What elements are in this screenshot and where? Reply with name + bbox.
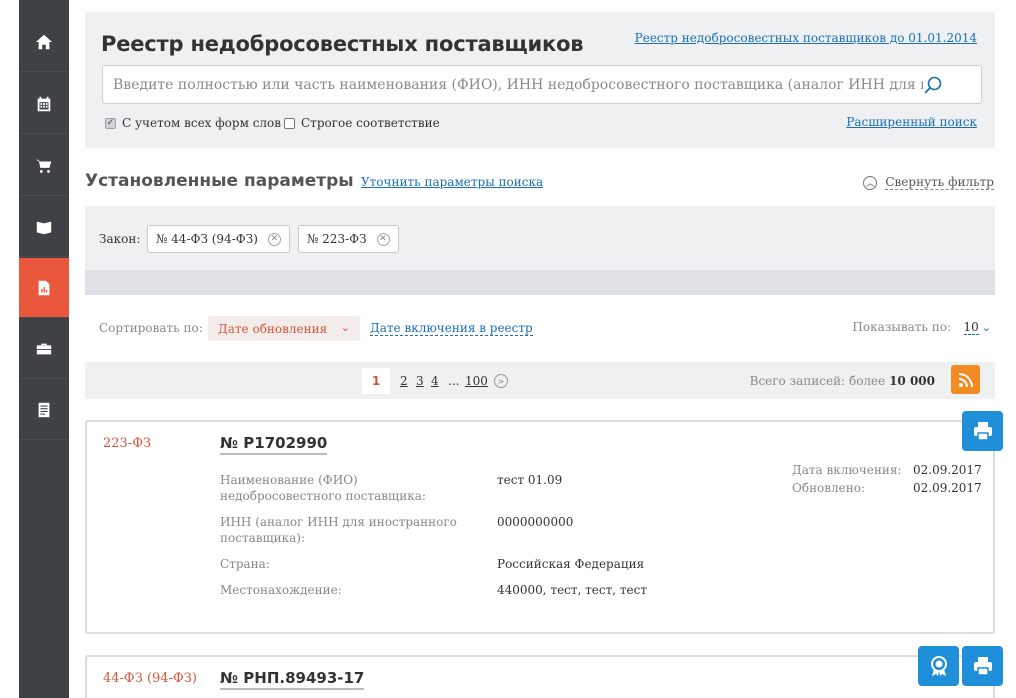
page-link[interactable]: 2 bbox=[400, 374, 408, 388]
advanced-search-link[interactable]: Расширенный поиск bbox=[846, 115, 977, 129]
law-chip-223[interactable]: № 223-ФЗ ✕ bbox=[298, 225, 399, 253]
rss-icon bbox=[958, 372, 973, 387]
report-icon bbox=[38, 280, 50, 295]
checkbox-empty-icon bbox=[284, 117, 295, 129]
sort-label: Сортировать по: bbox=[99, 321, 203, 335]
calendar-icon bbox=[37, 96, 51, 111]
page-link-last[interactable]: 100 bbox=[465, 374, 488, 388]
sidebar-item-home[interactable] bbox=[19, 12, 69, 72]
printer-icon bbox=[973, 422, 992, 441]
chevron-down-icon: ⌄ bbox=[981, 321, 991, 334]
sidebar-item-cart[interactable] bbox=[19, 136, 69, 196]
sort-selected-value: Дате обновления bbox=[218, 321, 328, 336]
law-chip-44[interactable]: № 44-ФЗ (94-ФЗ) ✕ bbox=[147, 225, 290, 253]
document-icon bbox=[38, 402, 50, 417]
filter-panel: Закон: № 44-ФЗ (94-ФЗ) ✕ № 223-ФЗ ✕ bbox=[85, 206, 995, 295]
old-registry-link[interactable]: Реестр недобросовестных поставщиков до 0… bbox=[635, 31, 977, 45]
page-ellipsis: ... bbox=[448, 374, 460, 388]
sidebar-item-documents[interactable] bbox=[19, 380, 69, 440]
page-link[interactable]: 4 bbox=[431, 374, 439, 388]
law-label: Закон: bbox=[99, 232, 141, 246]
field-value-inn: 0000000000 bbox=[497, 515, 574, 529]
chevron-up-icon: ︿ bbox=[863, 175, 878, 190]
badge-icon bbox=[930, 656, 947, 676]
field-label-location: Местонахождение: bbox=[220, 583, 342, 597]
strict-match-label: Строгое соответствие bbox=[301, 116, 440, 130]
field-label-name: Наименование (ФИО) недобросовестного пос… bbox=[220, 473, 426, 503]
rss-button[interactable] bbox=[951, 365, 980, 394]
refine-search-link[interactable]: Уточнить параметры поиска bbox=[361, 175, 543, 189]
search-box bbox=[102, 65, 982, 104]
book-icon bbox=[36, 221, 52, 234]
field-value-location: 440000, тест, тест, тест bbox=[497, 583, 647, 597]
filter-panel-footer bbox=[85, 270, 995, 295]
briefcase-icon bbox=[36, 343, 52, 354]
chevron-down-icon: ⌄ bbox=[340, 321, 350, 334]
included-date-label: Дата включения: bbox=[792, 463, 902, 477]
search-panel: Реестр недобросовестных поставщиков Реес… bbox=[85, 12, 995, 148]
collapse-filter-button[interactable]: ︿ Свернуть фильтр bbox=[863, 175, 994, 190]
pagination-bar: 1 2 3 4 ... 100 > Всего записей: более 1… bbox=[85, 362, 995, 399]
params-title: Установленные параметры bbox=[85, 171, 354, 191]
print-button[interactable] bbox=[962, 646, 1003, 686]
total-records: Всего записей: более 10 000 bbox=[750, 374, 935, 388]
collapse-filter-label: Свернуть фильтр bbox=[885, 175, 994, 190]
field-label-country: Страна: bbox=[220, 557, 270, 571]
cart-icon bbox=[35, 159, 52, 173]
printer-icon bbox=[973, 657, 992, 676]
search-input[interactable] bbox=[113, 66, 923, 103]
sidebar bbox=[19, 0, 69, 698]
field-value-country: Российская Федерация bbox=[497, 557, 645, 571]
sort-by-inclusion-date-link[interactable]: Дате включения в реестр bbox=[370, 321, 533, 336]
checkbox-checked-icon: ✓ bbox=[105, 117, 116, 129]
record-number-link[interactable]: № РНП.89493-17 bbox=[220, 669, 365, 690]
sidebar-item-calendar[interactable] bbox=[19, 74, 69, 134]
remove-icon[interactable]: ✕ bbox=[376, 232, 390, 246]
record-law: 44-ФЗ (94-ФЗ) bbox=[103, 671, 197, 686]
all-word-forms-label: С учетом всех форм слов bbox=[122, 116, 282, 130]
sidebar-item-reports[interactable] bbox=[19, 258, 69, 318]
field-label-inn: ИНН (аналог ИНН для иностранного поставщ… bbox=[220, 515, 457, 545]
remove-icon[interactable]: ✕ bbox=[267, 232, 281, 246]
strict-match-checkbox[interactable]: Строгое соответствие bbox=[284, 116, 440, 130]
page-size-value: 10 bbox=[963, 320, 979, 335]
search-icon[interactable] bbox=[923, 75, 943, 95]
record-card[interactable]: 44-ФЗ (94-ФЗ) № РНП.89493-17 bbox=[85, 655, 995, 698]
page-size-label: Показывать по: bbox=[852, 320, 951, 334]
print-button[interactable] bbox=[962, 411, 1003, 451]
included-date-value: 02.09.2017 bbox=[913, 463, 982, 477]
page-current: 1 bbox=[362, 368, 390, 394]
page-size-select[interactable]: 10 ⌄ bbox=[963, 320, 991, 335]
page-title: Реестр недобросовестных поставщиков bbox=[101, 32, 584, 56]
record-law: 223-ФЗ bbox=[103, 436, 152, 451]
sidebar-item-library[interactable] bbox=[19, 197, 69, 257]
record-number-link[interactable]: № Р1702990 bbox=[220, 434, 328, 455]
page-link[interactable]: 3 bbox=[416, 374, 424, 388]
all-word-forms-checkbox[interactable]: ✓ С учетом всех форм слов bbox=[105, 116, 281, 130]
home-icon bbox=[35, 34, 53, 49]
record-card[interactable]: 223-ФЗ № Р1702990 Наименование (ФИО) нед… bbox=[85, 420, 995, 634]
next-page-icon[interactable]: > bbox=[494, 374, 508, 388]
field-value-name: тест 01.09 bbox=[497, 473, 563, 487]
total-records-value: 10 000 bbox=[889, 374, 935, 388]
updated-date-value: 02.09.2017 bbox=[913, 481, 982, 495]
law-chip-label: № 223-ФЗ bbox=[307, 232, 367, 246]
total-records-label: Всего записей: более bbox=[749, 374, 890, 388]
sort-select[interactable]: Дате обновления ⌄ bbox=[208, 316, 360, 341]
updated-date-label: Обновлено: bbox=[792, 481, 866, 495]
certificate-button[interactable] bbox=[918, 646, 959, 686]
law-chip-label: № 44-ФЗ (94-ФЗ) bbox=[156, 232, 258, 246]
sidebar-item-briefcase[interactable] bbox=[19, 319, 69, 379]
